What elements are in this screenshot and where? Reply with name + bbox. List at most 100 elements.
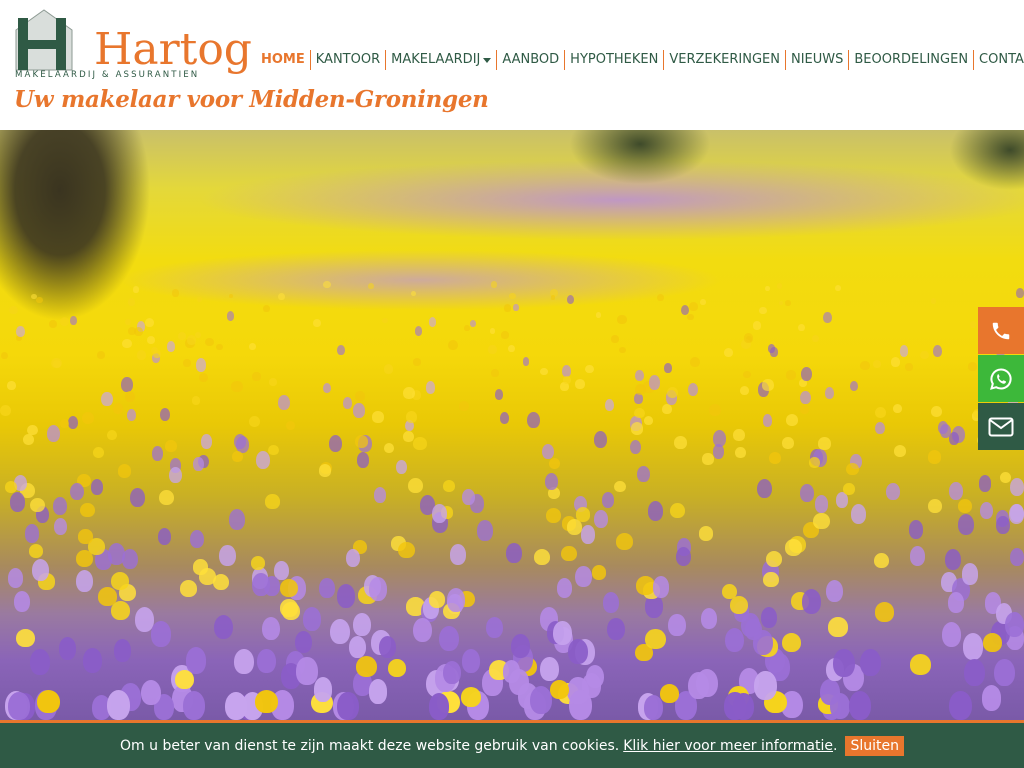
yellow-flower — [97, 587, 117, 606]
nav-item-contact[interactable]: CONTACT — [973, 50, 1024, 70]
crocus-flower — [569, 690, 593, 720]
crocus-flower — [607, 617, 625, 641]
yellow-flower — [873, 360, 881, 368]
yellow-flower — [151, 347, 159, 355]
crocus-flower — [233, 433, 246, 450]
yellow-flower — [231, 381, 243, 393]
nav-item-label: HOME — [261, 52, 305, 67]
yellow-flower — [698, 526, 714, 541]
crocus-flower — [193, 457, 204, 472]
yellow-flower — [508, 292, 516, 300]
crocus-flower — [336, 583, 356, 608]
nav-item-nieuws[interactable]: NIEUWS — [784, 50, 848, 70]
yellow-flower — [146, 335, 155, 344]
nav-item-verzekeringen[interactable]: VERZEKERINGEN — [663, 50, 785, 70]
crocus-flower — [859, 649, 881, 677]
yellow-flower — [561, 545, 577, 561]
crocus-flower — [545, 472, 559, 490]
crocus-flower — [328, 435, 342, 453]
yellow-flower — [265, 494, 280, 509]
yellow-flower — [248, 415, 260, 428]
yellow-flower — [255, 689, 279, 713]
yellow-flower — [743, 370, 751, 379]
yellow-flower — [645, 628, 666, 650]
crocus-flower — [963, 659, 985, 687]
crocus-flower — [477, 520, 493, 541]
yellow-flower — [575, 507, 591, 523]
cookie-info-link[interactable]: Klik hier voor meer informatie — [623, 738, 833, 754]
crocus-flower — [829, 693, 850, 720]
yellow-flower — [144, 318, 154, 328]
crocus-flower — [993, 658, 1015, 686]
mail-button[interactable] — [978, 403, 1024, 450]
nav-item-home[interactable]: HOME — [256, 50, 310, 70]
crocus-flower — [696, 668, 718, 698]
crocus-flower — [151, 621, 172, 647]
cookie-period: . — [833, 737, 838, 754]
nav-item-beoordelingen[interactable]: BEOORDELINGEN — [848, 50, 973, 70]
crocus-flower — [754, 670, 777, 700]
logo[interactable]: Hartog MAKELAARDIJ & ASSURANTIEN — [14, 8, 252, 82]
yellow-flower — [928, 499, 942, 514]
yellow-flower — [874, 407, 887, 419]
yellow-flower — [48, 319, 57, 328]
yellow-flower — [428, 591, 446, 608]
cookie-close-button[interactable]: Sluiten — [845, 735, 904, 756]
nav-item-aanbod[interactable]: AANBOD — [496, 50, 564, 70]
crocus-flower — [522, 356, 530, 366]
crocus-flower — [378, 635, 396, 658]
crocus-flower — [700, 607, 718, 629]
crocus-flower — [822, 311, 832, 323]
yellow-flower — [280, 599, 298, 617]
crocus-flower — [996, 516, 1011, 534]
crocus-flower — [932, 344, 942, 357]
phone-button[interactable] — [978, 307, 1024, 354]
logo-house-icon — [15, 9, 73, 71]
yellow-flower — [398, 541, 415, 559]
nav-item-makelaardij[interactable]: MAKELAARDIJ — [385, 50, 496, 70]
yellow-flower — [192, 559, 208, 575]
yellow-flower — [501, 330, 510, 339]
yellow-flower — [402, 431, 414, 442]
yellow-flower — [36, 296, 43, 304]
yellow-flower — [7, 381, 17, 391]
crocus-flower — [978, 475, 992, 493]
yellow-flower — [0, 352, 8, 360]
crocus-flower — [957, 513, 975, 535]
whatsapp-button[interactable] — [978, 355, 1024, 402]
nav-item-label: AANBOD — [502, 52, 560, 67]
crocus-flower — [353, 402, 365, 418]
nav-item-kantoor[interactable]: KANTOOR — [309, 50, 385, 70]
crocus-flower — [76, 569, 93, 592]
crocus-flower — [302, 607, 321, 631]
crocus-flower — [874, 421, 885, 435]
crocus-flower — [948, 592, 965, 613]
yellow-flower — [413, 436, 427, 451]
yellow-flower — [30, 497, 45, 513]
crocus-flower — [296, 657, 318, 685]
crocus-flower — [567, 294, 575, 304]
yellow-flower — [262, 304, 270, 312]
main-nav: HOME KANTOOR MAKELAARDIJ AANBOD HYPOTHEK… — [256, 49, 1024, 71]
crocus-flower — [234, 649, 254, 675]
crocus-flower — [257, 648, 276, 674]
phone-icon — [992, 322, 1010, 339]
crocus-flower — [24, 523, 39, 543]
crocus-flower — [46, 424, 61, 442]
crocus-flower — [664, 363, 672, 374]
yellow-flower — [548, 458, 560, 470]
nav-item-label: KANTOOR — [315, 52, 381, 67]
yellow-flower — [893, 444, 907, 457]
nav-item-hypotheken[interactable]: HYPOTHEKEN — [564, 50, 663, 70]
caret-down-icon — [483, 58, 492, 63]
yellow-flower — [999, 472, 1012, 484]
crocus-flower — [941, 621, 962, 648]
crocus-flower — [462, 488, 475, 505]
crocus-flower — [107, 690, 131, 720]
crocus-flower — [121, 376, 133, 392]
crocus-flower — [961, 563, 979, 585]
yellow-flower — [781, 437, 794, 450]
yellow-flower — [279, 578, 298, 597]
crocus-flower — [800, 367, 812, 382]
crocus-flower — [368, 679, 388, 704]
